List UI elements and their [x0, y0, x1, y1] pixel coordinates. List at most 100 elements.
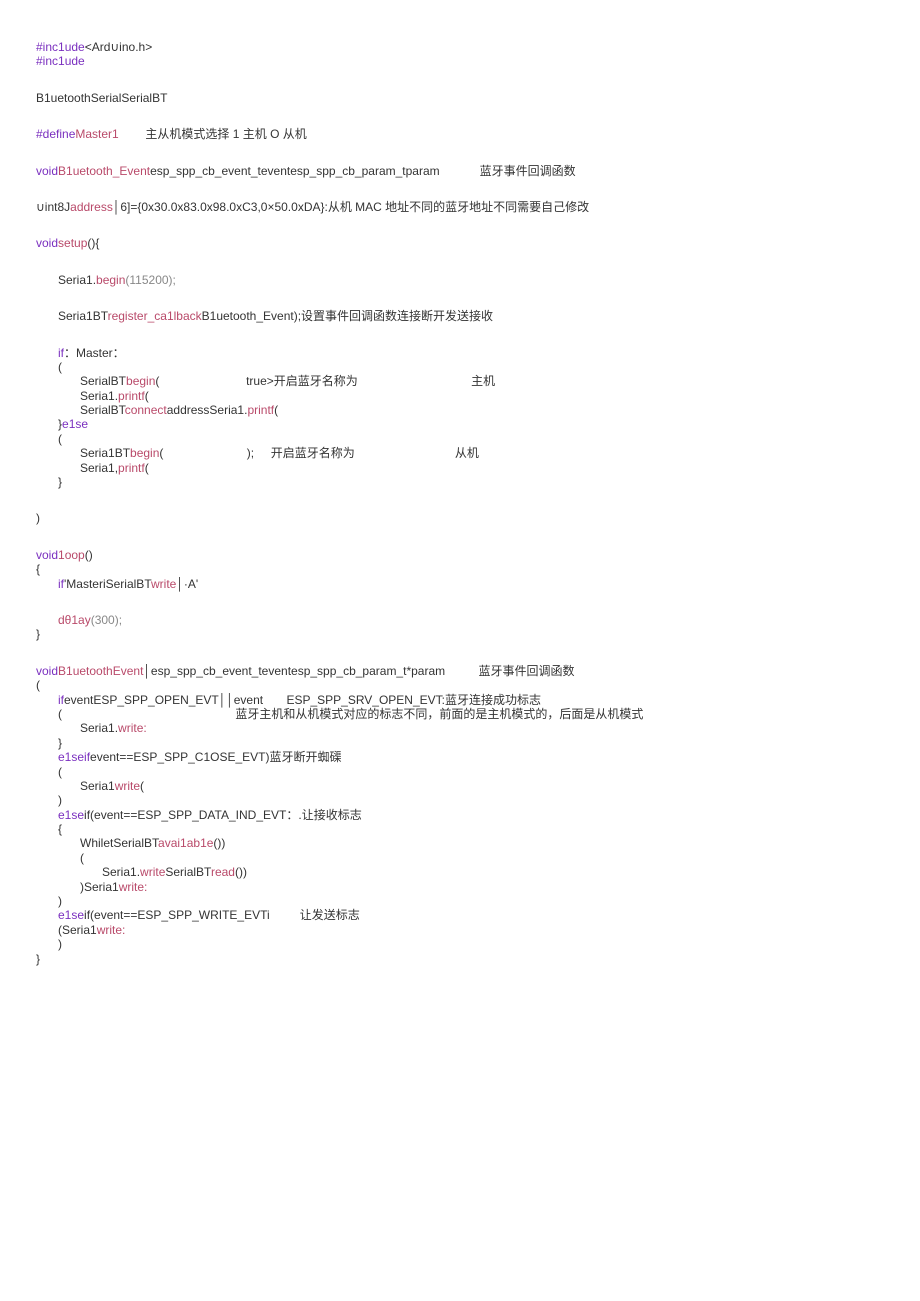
declaration: B1uetoothSerialSerialBT [36, 91, 167, 105]
code-line: Seria1.begin(115200); [36, 273, 920, 287]
code-line: voidB1uetoothEvent│esp_spp_cb_event_teve… [36, 664, 920, 678]
code-line: if'MasteriSerialBTwrite│·A' [36, 577, 920, 591]
code-line: ifeventESP_SPP_OPEN_EVT││event ESP_SPP_S… [36, 693, 920, 707]
keyword-define: #define [36, 127, 75, 141]
method-name: write: [97, 923, 126, 937]
method-name: printf [118, 461, 145, 475]
args: (300); [91, 613, 122, 627]
comment: 让发送标志 [300, 908, 360, 922]
method-name: printf [118, 389, 145, 403]
code-line: }e1se [36, 417, 920, 431]
comment: 开启蓝牙名称为 [274, 374, 358, 388]
keyword-void: void [36, 164, 58, 178]
code-line: ( [36, 678, 920, 692]
function-name: 1oop [58, 548, 85, 562]
method-name: write [115, 779, 140, 793]
code-line: { [36, 562, 920, 576]
code-line: ) [36, 511, 920, 525]
keyword-include: #inc1ude [36, 40, 85, 54]
code-line: } [36, 475, 920, 489]
code-line: e1seif(event==ESP_SPP_DATA_IND_EVT：.让接收标… [36, 808, 920, 822]
code-line: Seria1.printf( [36, 389, 920, 403]
method-name: read [211, 865, 235, 879]
method-name: begin [96, 273, 125, 287]
code-line: dθ1ay(300); [36, 613, 920, 627]
code-line: ) [36, 793, 920, 807]
define-name: Master1 [75, 127, 118, 141]
keyword-else: e1se [58, 908, 84, 922]
code-line: ( [36, 360, 920, 374]
keyword-include: #inc1ude [36, 54, 85, 68]
keyword-void: void [36, 664, 58, 678]
params: esp_spp_cb_event_teventesp_spp_cb_param_… [150, 164, 440, 178]
code-line: ∪int8Jaddress│6]={0x30.0x83.0x98.0xC3,0×… [36, 200, 920, 214]
code-line: e1seif(event==ESP_SPP_WRITE_EVTi 让发送标志 [36, 908, 920, 922]
comment: 蓝牙连接成功标志 [445, 693, 541, 707]
comment: 蓝牙断开蜘磲 [269, 750, 341, 764]
code-line: )Seria1write: [36, 880, 920, 894]
code-line: Seria1BTbegin( ); 开启蓝牙名称为 从机 [36, 446, 920, 460]
method-name: write [140, 865, 165, 879]
code-line: } [36, 952, 920, 966]
type: ∪int8J [36, 200, 70, 214]
comment: 蓝牙主机和从机模式对应的标志不同，前面的是主机模式的，后面是从机模式 [235, 707, 643, 721]
method-name: write: [119, 880, 148, 894]
code-line: ( [36, 432, 920, 446]
code-line: ( [36, 765, 920, 779]
comment: 主从机模式选择 1 主机 O 从机 [145, 127, 306, 141]
args: (115200); [125, 273, 175, 287]
method-name: printf [247, 403, 274, 417]
comment: 从机 [455, 446, 479, 460]
function-name: B1uetoothEvent [58, 664, 143, 678]
include-target: <Ard∪ino.h> [85, 40, 153, 54]
code-line: voidB1uetooth_Eventesp_spp_cb_event_teve… [36, 164, 920, 178]
method-name: connect [125, 403, 167, 417]
comment: .让接收标志 [298, 808, 361, 822]
code-line: Seria1.writeSerialBTread()) [36, 865, 920, 879]
method-name: avai1ab1e [158, 836, 213, 850]
keyword-void: void [36, 548, 58, 562]
code-line: WhiletSerialBTavai1ab1e()) [36, 836, 920, 850]
method-name: write [151, 577, 176, 591]
code-line: SerialBTconnectaddressSeria1.printf( [36, 403, 920, 417]
comment: 开启蓝牙名称为 [271, 446, 355, 460]
method-name: register_ca1lback [108, 309, 202, 323]
keyword-void: void [36, 236, 58, 250]
code-line: { [36, 822, 920, 836]
code-line: void1oop() [36, 548, 920, 562]
code-line: SerialBTbegin( true>开启蓝牙名称为 主机 [36, 374, 920, 388]
keyword-else: e1se [58, 750, 84, 764]
code-line: ( 蓝牙主机和从机模式对应的标志不同，前面的是主机模式的，后面是从机模式 [36, 707, 920, 721]
code-line: } [36, 627, 920, 641]
function-name: B1uetooth_Event [58, 164, 150, 178]
var-name: address [70, 200, 113, 214]
code-line: ( [36, 851, 920, 865]
code-line: Seria1BTregister_ca1lbackB1uetooth_Event… [36, 309, 920, 323]
code-line: } [36, 736, 920, 750]
comment: 从机 MAC 地址不同的蓝牙地址不同需要自己修改 [328, 200, 589, 214]
value: │6]={0x30.0x83.0x98.0xC3,0×50.0xDA}: [113, 200, 328, 214]
method-name: write: [118, 721, 147, 735]
method-name: dθ1ay [58, 613, 91, 627]
comment: 蓝牙事件回调函数 [480, 164, 576, 178]
comment: 设置事件回调函数连接断开发送接收 [301, 309, 493, 323]
code-line: ) [36, 937, 920, 951]
comment: 主机 [471, 374, 495, 388]
code-line: ) [36, 894, 920, 908]
code-line: #inc1ude<Ard∪ino.h> [36, 40, 920, 54]
code-block: #inc1ude<Ard∪ino.h> #inc1ude B1uetoothSe… [36, 40, 920, 966]
keyword-else: e1se [58, 808, 84, 822]
comment: 蓝牙事件回调函数 [478, 664, 574, 678]
code-line: #inc1ude [36, 54, 920, 68]
code-line: Seria1.write: [36, 721, 920, 735]
comment [119, 127, 146, 141]
code-line: if：Master： [36, 346, 920, 360]
code-line: voidsetup(){ [36, 236, 920, 250]
keyword-else: e1se [62, 417, 88, 431]
method-name: begin [130, 446, 159, 460]
function-name: setup [58, 236, 87, 250]
code-line: #defineMaster1 主从机模式选择 1 主机 O 从机 [36, 127, 920, 141]
code-line: e1seifevent==ESP_SPP_C1OSE_EVT)蓝牙断开蜘磲 [36, 750, 920, 764]
method-name: begin [126, 374, 155, 388]
code-line: B1uetoothSerialSerialBT [36, 91, 920, 105]
